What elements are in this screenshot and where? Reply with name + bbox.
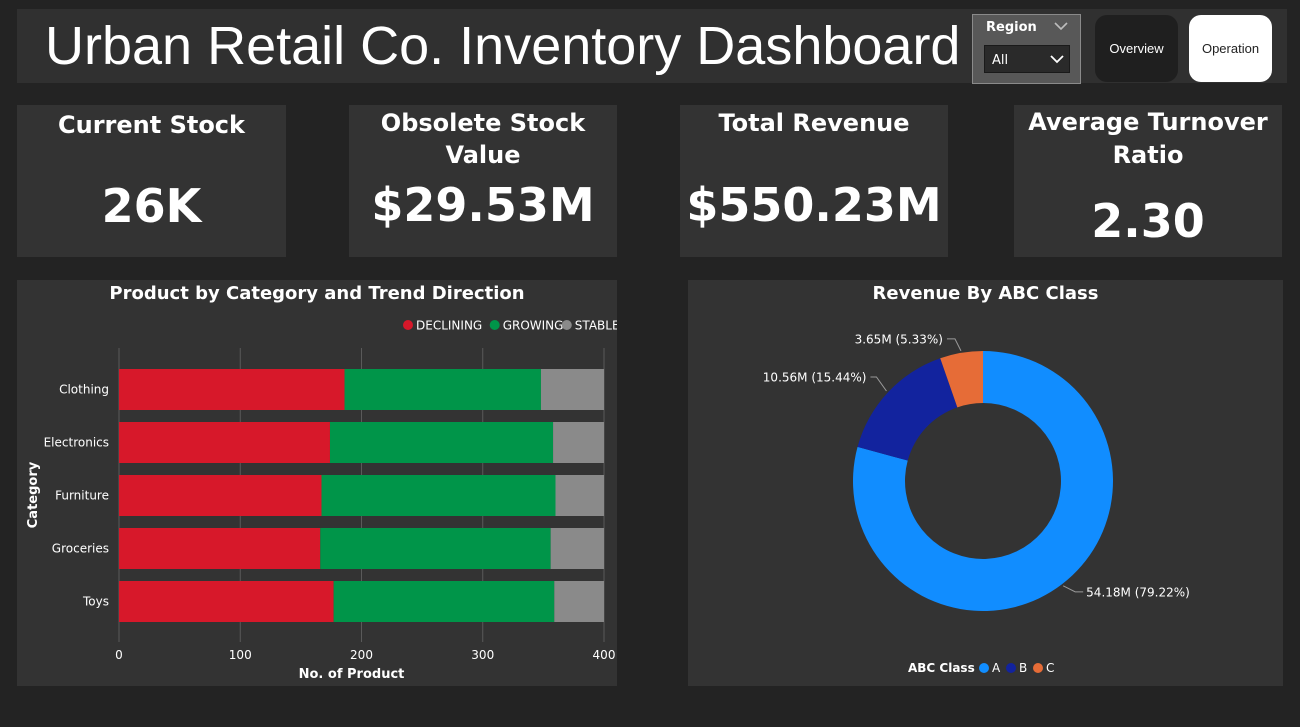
kpi-label-line2: Ratio [1112, 141, 1184, 169]
kpi-value: 2.30 [1091, 194, 1205, 248]
kpi-label: Obsolete Stock Value [380, 109, 586, 169]
x-tick-label: 200 [350, 648, 373, 662]
bar-segment [550, 528, 604, 569]
leader-line [946, 338, 962, 352]
x-tick-label: 300 [471, 648, 494, 662]
trend-bar-chart-panel: Product by Category and Trend Direction … [17, 280, 617, 686]
region-slicer-label: Region [986, 20, 1037, 35]
legend-label: DECLINING [416, 319, 482, 333]
data-label: 10.56M (15.44%) [763, 370, 867, 384]
overview-button[interactable]: Overview [1095, 15, 1178, 82]
bar-segment [119, 369, 345, 410]
data-label: 54.18M (79.22%) [1086, 585, 1190, 599]
legend-label: C [1046, 661, 1054, 675]
bar-segment [553, 422, 604, 463]
region-slicer[interactable]: Region All [972, 14, 1081, 84]
chevron-down-icon [1050, 55, 1064, 64]
legend-label: STABLE [575, 319, 617, 333]
legend-marker [489, 320, 500, 330]
bar-segment [320, 528, 551, 569]
dashboard-title: Urban Retail Co. Inventory Dashboard [45, 16, 961, 76]
x-tick-label: 100 [229, 648, 252, 662]
legend-label: A [992, 661, 1001, 675]
bar-segment [333, 581, 555, 622]
y-tick-label: Furniture [55, 489, 109, 503]
bar-segment [321, 475, 556, 516]
legend-marker [1006, 663, 1016, 673]
bar-segment [329, 422, 554, 463]
y-tick-label: Groceries [52, 542, 109, 556]
legend-marker [403, 320, 413, 330]
x-tick-label: 0 [115, 648, 123, 662]
legend-label: B [1019, 661, 1027, 675]
legend-marker [979, 663, 989, 673]
leader-line [1062, 585, 1084, 593]
kpi-card-total-revenue: Total Revenue $550.23M [680, 105, 948, 257]
kpi-label: Current Stock [58, 111, 245, 139]
legend-label: GROWING [503, 319, 564, 333]
bar-segment [119, 581, 334, 622]
kpi-card-current-stock: Current Stock 26K [17, 105, 286, 257]
kpi-value: $550.23M [686, 178, 942, 232]
bar-segment [540, 369, 604, 410]
y-tick-label: Toys [82, 595, 109, 609]
operation-button[interactable]: Operation [1189, 15, 1272, 82]
donut-slice [857, 358, 958, 461]
region-dropdown[interactable]: All [984, 45, 1070, 73]
abc-donut-chart: 54.18M (79.22%) 10.56M (15.44%) 3.65M (5.3… [763, 332, 1190, 675]
legend-title: ABC Class [908, 661, 975, 675]
kpi-card-average-turnover-ratio: Average Turnover Ratio 2.30 [1014, 105, 1282, 257]
abc-donut-chart-panel: Revenue By ABC Class 54.18M (79.22%) 10.5… [688, 280, 1283, 686]
bar-segment [555, 475, 604, 516]
bar-segment [119, 528, 321, 569]
kpi-card-obsolete-stock-value: Obsolete Stock Value $29.53M [349, 105, 617, 257]
x-axis-title: No. of Product [299, 667, 405, 682]
y-tick-label: Clothing [59, 383, 109, 397]
legend-marker [561, 320, 572, 330]
y-axis-title: Category [26, 461, 41, 528]
bar-segment [119, 475, 322, 516]
kpi-label-line1: Average Turnover [1028, 108, 1268, 136]
chevron-down-icon[interactable] [1053, 19, 1069, 33]
legend-marker [1033, 663, 1043, 673]
bar-segment [344, 369, 541, 410]
trend-bar-chart: DECLINING GROWING STABLE 0 100 200 300 400 Cloth… [26, 319, 617, 683]
bar-segment [554, 581, 604, 622]
kpi-value: $29.53M [371, 178, 595, 232]
bar-segment [119, 422, 330, 463]
kpi-label: Total Revenue [718, 109, 910, 137]
x-tick-label: 400 [593, 648, 616, 662]
region-selected-value: All [992, 53, 1009, 68]
y-tick-label: Electronics [44, 436, 109, 450]
data-label: 3.65M (5.33%) [855, 332, 943, 346]
leader-line [870, 376, 887, 392]
kpi-value: 26K [101, 179, 202, 233]
